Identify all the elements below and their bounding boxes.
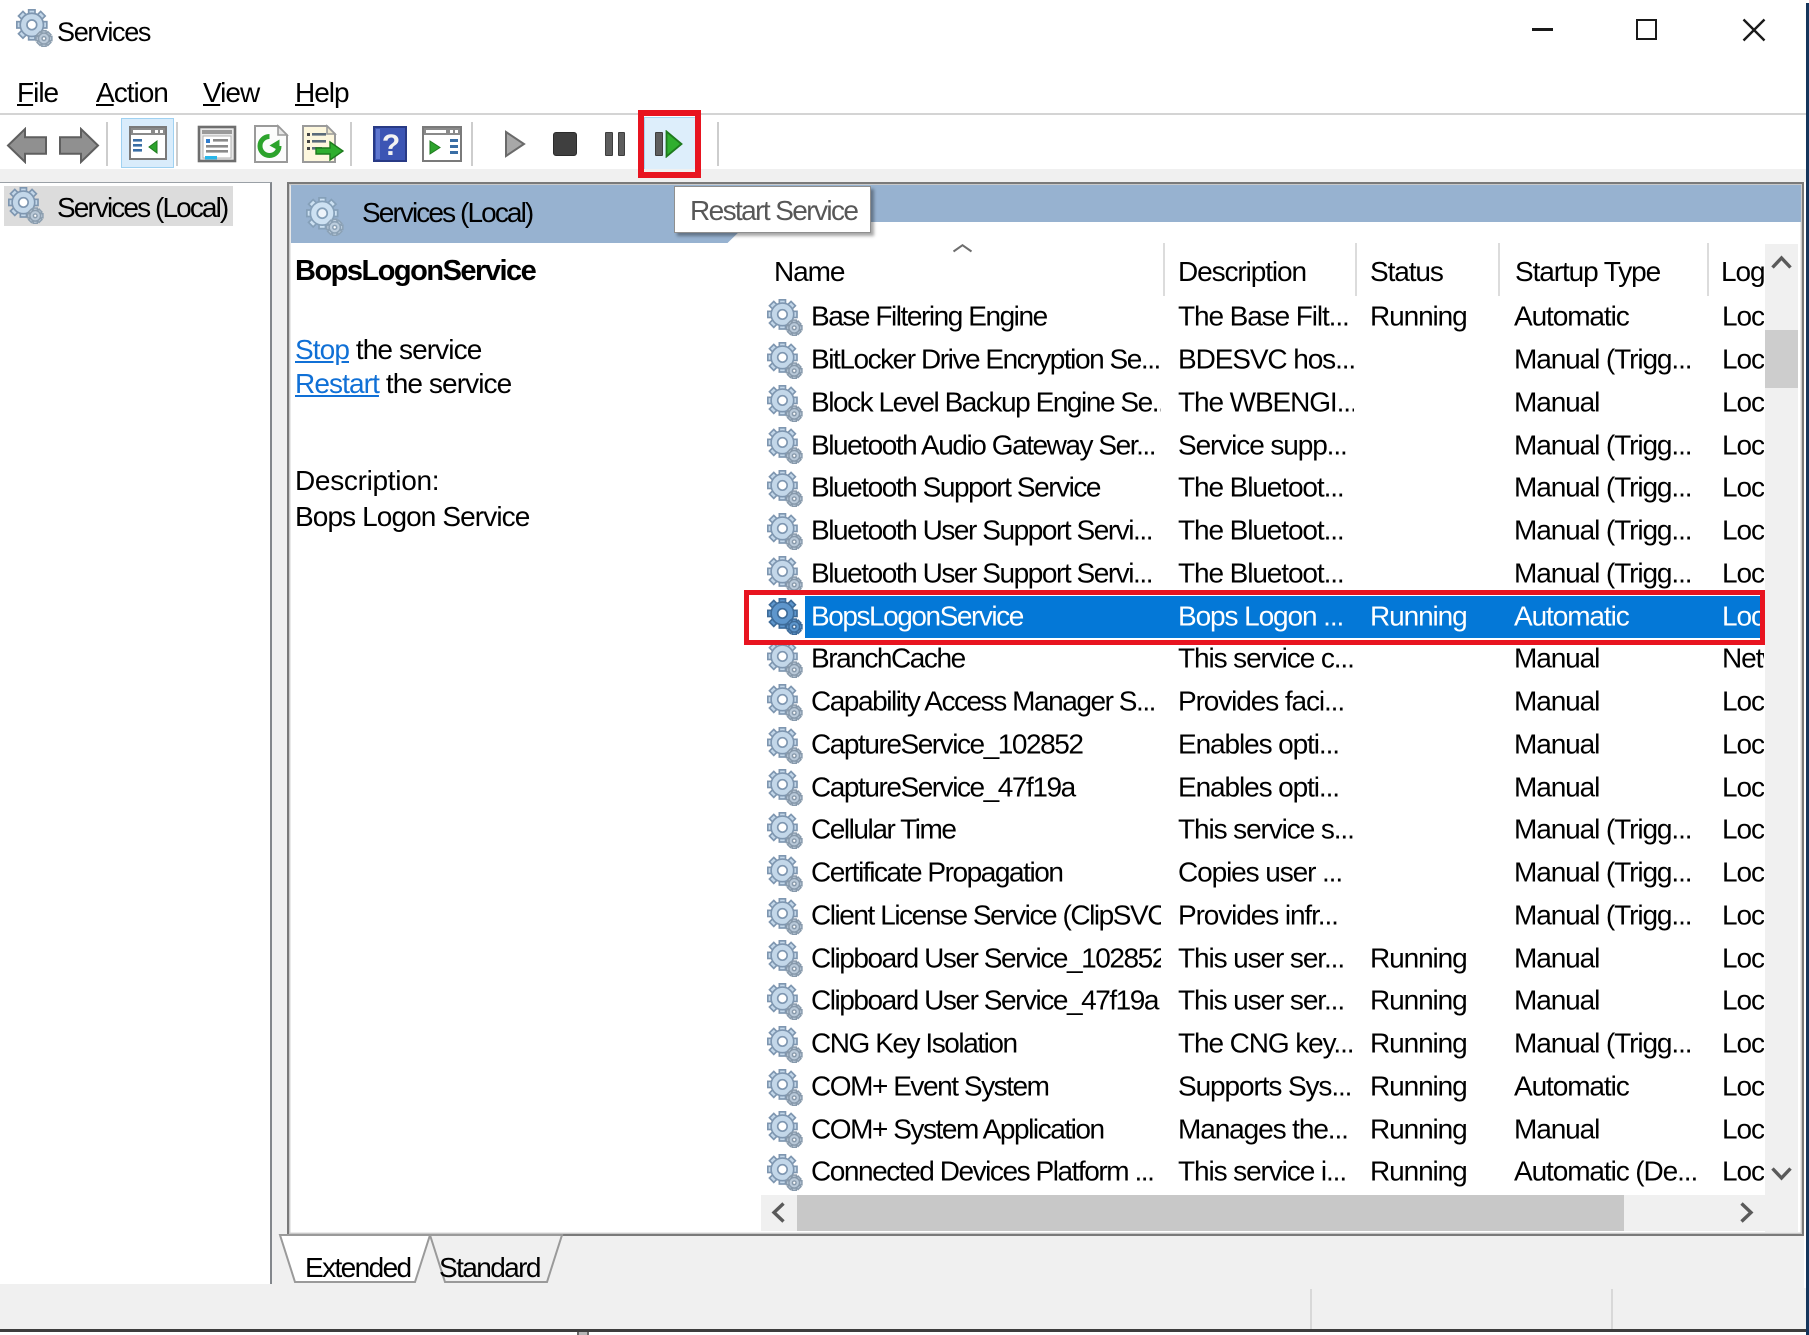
- svg-text:?: ?: [382, 129, 400, 162]
